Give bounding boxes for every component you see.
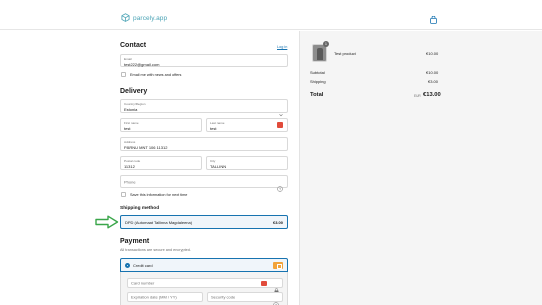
subtotal-value: €10.00: [426, 70, 439, 75]
logo-box-icon: [121, 9, 130, 27]
card-number-placeholder: Card number: [131, 280, 155, 286]
shipping-label: Shipping: [310, 79, 326, 84]
newsletter-checkbox-row[interactable]: Email me with news and offers: [121, 72, 181, 77]
address-field[interactable]: Address PÄRNU MNT 106 11312: [120, 137, 288, 151]
currency-code: EUR: [414, 94, 421, 98]
first-name-label: First name: [124, 121, 139, 125]
delivery-heading: Delivery: [120, 88, 148, 95]
city-value: TALLINN: [210, 163, 227, 169]
save-info-checkbox[interactable]: [121, 192, 126, 197]
email-value: test222@gmail.com: [124, 61, 160, 67]
last-name-label: Last name: [210, 121, 225, 125]
expiration-placeholder: Expiration date (MM / YY): [131, 294, 177, 300]
card-details-panel: Card number Expiration date (MM / YY) Se…: [120, 272, 288, 305]
shopping-bag-icon[interactable]: [430, 11, 437, 29]
shipping-option-dpd[interactable]: DPD (Automaat Tallinna Magdaleena) €3.00: [120, 215, 288, 229]
card-number-field[interactable]: Card number: [127, 278, 283, 294]
address-value: PÄRNU MNT 106 11312: [124, 144, 168, 150]
email-label: Email: [124, 57, 132, 61]
security-code-placeholder: Security code: [211, 294, 236, 300]
country-label: Country/Region: [124, 102, 146, 106]
first-name-field[interactable]: First name test: [120, 118, 202, 132]
country-select[interactable]: Country/Region Estonia: [120, 99, 288, 117]
credit-card-label: Credit card: [133, 263, 153, 268]
security-help-icon[interactable]: ?: [273, 295, 279, 305]
arrow-right-icon: [95, 215, 119, 234]
first-name-value: test: [124, 125, 131, 131]
country-value: Estonia: [124, 106, 138, 112]
site-header: parcely.app: [0, 0, 542, 30]
shipping-value: €3.00: [428, 79, 439, 84]
credit-card-icon: [273, 262, 283, 269]
autofill-icon[interactable]: [277, 122, 283, 128]
last-name-field[interactable]: Last name test: [206, 118, 288, 132]
expiration-date-field[interactable]: Expiration date (MM / YY): [127, 292, 203, 302]
store-logo[interactable]: parcely.app: [121, 9, 167, 27]
city-label: City: [210, 159, 216, 163]
email-field[interactable]: Email test222@gmail.com: [120, 54, 288, 67]
newsletter-label: Email me with news and offers: [130, 72, 182, 77]
shipping-option-name: DPD (Automaat Tallinna Magdaleena): [125, 220, 193, 225]
subtotal-label: Subtotal: [310, 70, 325, 75]
total-value: €13.00: [423, 92, 441, 98]
card-autofill-icon[interactable]: [261, 281, 267, 286]
save-info-checkbox-row[interactable]: Save this information for next time: [121, 192, 187, 197]
last-name-value: test: [210, 125, 217, 131]
phone-placeholder: Phone: [124, 179, 136, 184]
credit-card-option[interactable]: Credit card: [120, 258, 288, 272]
login-link[interactable]: Log in: [277, 45, 287, 49]
product-price: €10.00: [426, 51, 439, 56]
total-label: Total: [310, 92, 324, 98]
logo-text: parcely.app: [133, 14, 168, 22]
help-icon[interactable]: ?: [277, 179, 283, 197]
phone-field[interactable]: Phone ?: [120, 175, 288, 192]
save-info-label: Save this information for next time: [130, 192, 188, 197]
credit-card-radio[interactable]: [125, 263, 130, 268]
security-code-field[interactable]: Security code ?: [207, 292, 283, 305]
postal-code-value: 11312: [124, 163, 135, 169]
shipping-method-heading: Shipping method: [120, 206, 160, 211]
postal-code-label: Postal code: [124, 159, 141, 163]
payment-subtext: All transactions are secure and encrypte…: [120, 248, 191, 252]
contact-heading: Contact: [120, 42, 147, 49]
product-name: Test product: [334, 51, 356, 56]
svg-text:?: ?: [279, 187, 281, 191]
order-summary-panel: [299, 31, 542, 305]
address-label: Address: [124, 140, 136, 144]
city-field[interactable]: City TALLINN: [206, 156, 288, 170]
quantity-badge: 1: [323, 41, 329, 47]
payment-heading: Payment: [120, 238, 150, 245]
postal-code-field[interactable]: Postal code 11312: [120, 156, 202, 170]
newsletter-checkbox[interactable]: [121, 72, 126, 77]
shipping-option-price: €3.00: [272, 220, 283, 225]
